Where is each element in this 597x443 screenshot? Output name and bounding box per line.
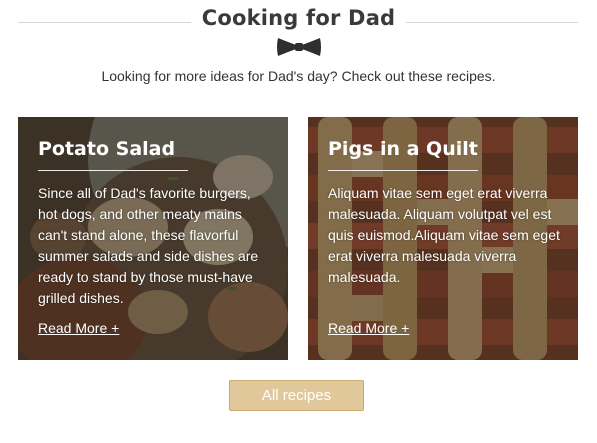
section-header: Cooking for Dad	[0, 0, 597, 60]
card-title: Potato Salad	[38, 137, 188, 171]
recipe-card-potato-salad[interactable]: Potato Salad Since all of Dad's favorite…	[18, 117, 288, 360]
read-more-link[interactable]: Read More +	[328, 320, 409, 336]
recipe-card-pigs-in-a-quilt[interactable]: Pigs in a Quilt Aliquam vitae sem eget e…	[308, 117, 578, 360]
card-content: Potato Salad Since all of Dad's favorite…	[38, 137, 270, 309]
read-more-link[interactable]: Read More +	[38, 320, 119, 336]
card-description: Aliquam vitae sem eget erat viverra male…	[328, 185, 560, 285]
card-title: Pigs in a Quilt	[328, 137, 478, 171]
section-subtitle: Looking for more ideas for Dad's day? Ch…	[101, 68, 496, 84]
all-recipes-button[interactable]: All recipes	[229, 380, 364, 411]
card-content: Pigs in a Quilt Aliquam vitae sem eget e…	[328, 137, 560, 288]
bowtie-icon	[277, 38, 321, 56]
section-title: Cooking for Dad	[201, 6, 396, 30]
card-description: Since all of Dad's favorite burgers, hot…	[38, 185, 259, 306]
